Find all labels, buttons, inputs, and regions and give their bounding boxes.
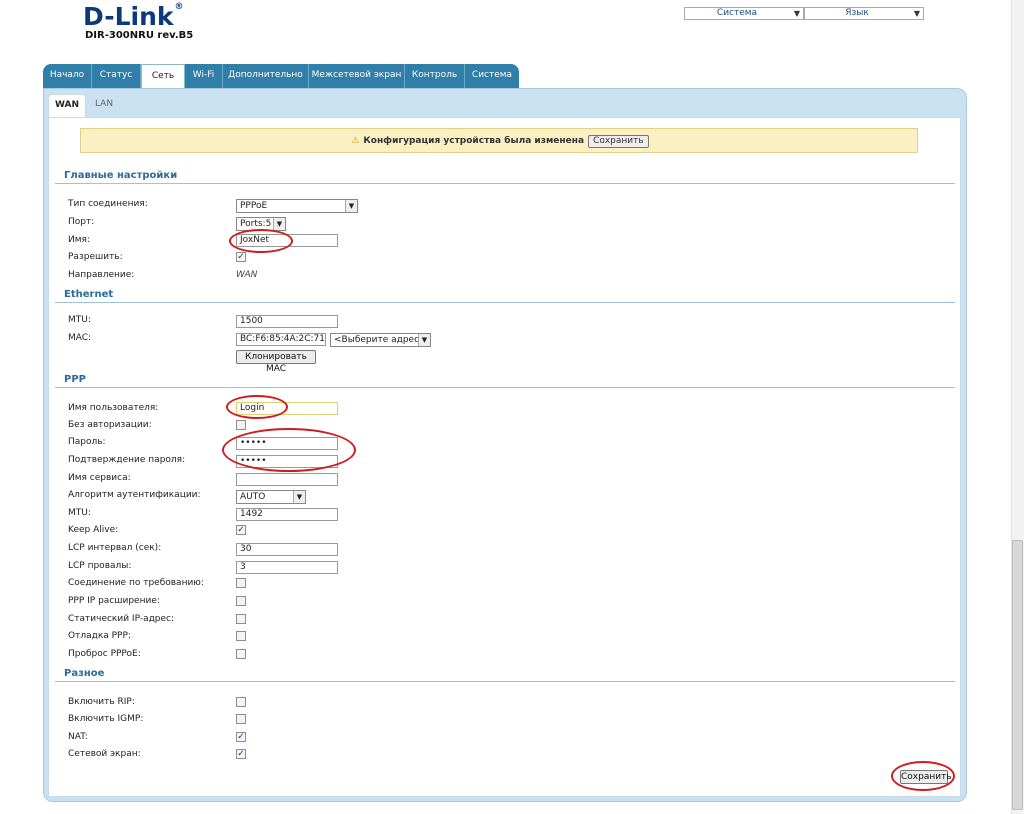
password-label: Пароль: — [68, 437, 106, 447]
igmp-label: Включить IGMP: — [68, 714, 144, 724]
ppp-mtu-field[interactable]: 1492 — [236, 508, 338, 521]
auth-algo-value: AUTO — [240, 492, 266, 502]
model-name: DIR-300NRU rev.B5 — [85, 30, 194, 41]
static-ip-label: Статический IP-адрес: — [68, 614, 175, 624]
firewall-label: Сетевой экран: — [68, 749, 141, 759]
tab-network[interactable]: Сеть — [141, 64, 185, 89]
keepalive-label: Keep Alive: — [68, 525, 119, 535]
annotation-oval-name — [229, 229, 293, 253]
chevron-down-icon: ▼ — [293, 491, 305, 503]
lcp-interval-field[interactable]: 30 — [236, 543, 338, 556]
port-label: Порт: — [68, 217, 95, 227]
ppp-ip-ext-label: PPP IP расширение: — [68, 596, 160, 606]
username-label: Имя пользователя: — [68, 403, 159, 413]
chevron-down-icon: ▼ — [793, 9, 800, 18]
section-divider — [55, 183, 955, 184]
auth-algo-select[interactable]: AUTO ▼ — [236, 490, 306, 504]
system-select-value: Система — [716, 8, 758, 18]
name-label: Имя: — [68, 235, 90, 245]
enable-label: Разрешить: — [68, 252, 123, 262]
section-divider — [55, 302, 955, 303]
scrollbar-thumb[interactable] — [1012, 540, 1023, 810]
confirm-password-label: Подтверждение пароля: — [68, 455, 186, 465]
tab-status[interactable]: Статус — [92, 64, 141, 88]
ppp-mtu-label: MTU: — [68, 508, 91, 518]
tab-wifi[interactable]: Wi-Fi — [185, 64, 223, 88]
enable-checkbox[interactable]: ✓ — [236, 252, 246, 262]
keepalive-checkbox[interactable]: ✓ — [236, 525, 246, 535]
igmp-checkbox[interactable] — [236, 714, 246, 724]
notice-text: Конфигурация устройства была изменена — [363, 136, 585, 146]
annotation-oval-password — [222, 428, 356, 472]
language-select[interactable]: Язык ▼ — [804, 7, 924, 20]
lcp-fails-label: LCP провалы: — [68, 561, 132, 571]
tab-firewall[interactable]: Межсетевой экран — [309, 64, 405, 88]
ppp-debug-checkbox[interactable] — [236, 631, 246, 641]
mac-field[interactable]: BC:F6:85:4A:2C:71 — [236, 333, 326, 346]
section-divider — [55, 387, 955, 388]
logo-text: D-Link — [83, 2, 174, 31]
service-name-field[interactable] — [236, 473, 338, 486]
static-ip-checkbox[interactable] — [236, 614, 246, 624]
system-select[interactable]: Система ▼ — [684, 7, 804, 20]
section-main-settings: Главные настройки — [64, 170, 178, 181]
section-ppp: PPP — [64, 374, 86, 385]
ppp-ip-ext-checkbox[interactable] — [236, 596, 246, 606]
on-demand-label: Соединение по требованию: — [68, 578, 204, 588]
on-demand-checkbox[interactable] — [236, 578, 246, 588]
section-misc: Разное — [64, 668, 105, 679]
registered-mark: ® — [174, 2, 184, 12]
warning-icon: ⚠ — [351, 136, 360, 146]
chevron-down-icon: ▼ — [273, 218, 285, 230]
dlink-logo: D-Link® — [83, 2, 184, 31]
rip-checkbox[interactable] — [236, 697, 246, 707]
notice-save-button[interactable]: Сохранить — [588, 135, 649, 148]
section-ethernet: Ethernet — [64, 289, 114, 300]
annotation-oval-save — [891, 761, 955, 791]
subtab-lan[interactable]: LAN — [86, 94, 122, 117]
pppoe-pass-checkbox[interactable] — [236, 649, 246, 659]
pppoe-pass-label: Проброс PPPoE: — [68, 649, 141, 659]
firewall-checkbox[interactable]: ✓ — [236, 749, 246, 759]
chevron-down-icon: ▼ — [913, 9, 920, 18]
eth-mtu-label: MTU: — [68, 315, 91, 325]
mac-address-select[interactable]: <Выберите адрес> ▼ — [330, 333, 431, 347]
chevron-down-icon: ▼ — [345, 200, 357, 212]
service-name-label: Имя сервиса: — [68, 473, 131, 483]
language-select-value: Язык — [845, 8, 869, 18]
ppp-debug-label: Отладка PPP: — [68, 631, 131, 641]
section-divider — [55, 681, 955, 682]
port-value: Ports:5 — [240, 219, 272, 229]
subtab-wan[interactable]: WAN — [48, 94, 86, 118]
lcp-fails-field[interactable]: 3 — [236, 561, 338, 574]
connection-type-select[interactable]: PPPoE ▼ — [236, 199, 358, 213]
auth-algo-label: Алгоритм аутентификации: — [68, 490, 201, 500]
eth-mtu-field[interactable]: 1500 — [236, 315, 338, 328]
tab-control[interactable]: Контроль — [405, 64, 465, 88]
mac-label: MAC: — [68, 333, 92, 343]
clone-mac-button[interactable]: Клонировать MAC — [236, 350, 316, 374]
tab-advanced[interactable]: Дополнительно — [223, 64, 309, 88]
no-auth-label: Без авторизации: — [68, 420, 152, 430]
connection-type-value: PPPoE — [240, 201, 268, 211]
connection-type-label: Тип соединения: — [68, 199, 148, 209]
mac-select-value: <Выберите адрес> — [334, 335, 427, 345]
annotation-oval-login — [226, 395, 288, 419]
no-auth-checkbox[interactable] — [236, 420, 246, 430]
direction-label: Направление: — [68, 270, 135, 280]
tab-home[interactable]: Начало — [43, 64, 92, 88]
lcp-interval-label: LCP интервал (сек): — [68, 543, 162, 553]
rip-label: Включить RIP: — [68, 697, 135, 707]
direction-value: WAN — [236, 270, 258, 280]
chevron-down-icon: ▼ — [418, 334, 430, 346]
config-changed-notice: ⚠ Конфигурация устройства была изменена Со… — [80, 128, 918, 153]
nat-checkbox[interactable]: ✓ — [236, 732, 246, 742]
tab-system[interactable]: Система — [465, 64, 519, 88]
nat-label: NAT: — [68, 732, 88, 742]
